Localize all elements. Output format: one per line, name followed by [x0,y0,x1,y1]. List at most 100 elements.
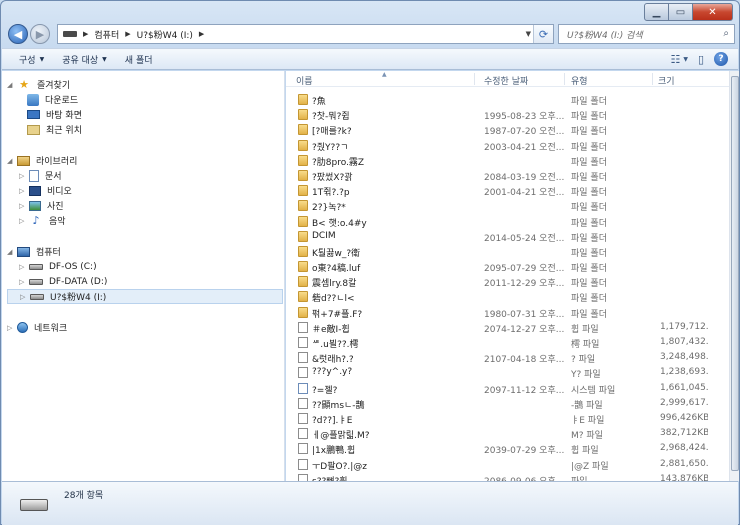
column-name[interactable]: 이름 [296,74,313,87]
file-row[interactable]: 1T쥒?.?p 2001-04-21 오전... 파일 폴더 [286,183,729,198]
back-button[interactable]: ◀ [8,24,28,44]
file-type: 시스템 파일 [571,385,616,396]
nav-videos-label: 비디오 [47,187,72,197]
nav-drive-c-label: DF-OS (C:) [49,261,97,272]
nav-network[interactable]: ▷ 네트워크 [7,320,67,335]
file-row[interactable]: o東?4稿.luf 2095-07-29 오전... 파일 폴더 [286,259,729,274]
nav-videos[interactable]: ▷ 비디오 [19,183,72,198]
file-size: 382,712KB [660,428,708,439]
nav-recent[interactable]: 최근 위치 [27,122,82,137]
file-row[interactable]: K퉐끓w_?衛 파일 폴더 [286,244,729,259]
collapse-arrow-icon[interactable]: ◢ [7,248,17,256]
nav-documents[interactable]: ▷ 문서 [19,168,62,183]
scrollbar-thumb[interactable] [731,76,739,471]
search-input[interactable]: U?$粉W4 (I:) 검색 ⌕ [558,24,735,44]
file-row[interactable]: ㅜD팔O?.|@z |@Z 파일 2,881,650... [286,457,729,472]
file-row[interactable]: ?줬Y??ㄱ 2003-04-21 오전... 파일 폴더 [286,138,729,153]
nav-libraries[interactable]: ◢ 라이브러리 [7,153,77,168]
file-name: ??顯msㄴ-鵲 [312,400,365,411]
file-icon [298,473,308,481]
address-bar[interactable]: ▶ 컴퓨터 ▶ U?$粉W4 (I:) ▶ ▼ ⟳ [57,24,554,44]
search-icon[interactable]: ⌕ [723,28,729,39]
chevron-down-icon: ▼ [683,55,688,63]
file-row[interactable]: ?팠썼X?괅 2084-03-19 오전... 파일 폴더 [286,168,729,183]
expand-arrow-icon[interactable]: ▷ [20,293,30,301]
maximize-button[interactable]: ▭ [669,3,693,21]
file-row[interactable]: |1x鵬鴨.휩 2039-07-29 오후... 휩 파일 2,968,424... [286,441,729,456]
caption-buttons: ▁ ▭ ✕ [644,3,733,21]
file-row[interactable]: 震셈lry.8칼 2011-12-29 오후... 파일 폴더 [286,274,729,289]
share-button[interactable]: 공유 대상 ▼ [53,53,116,66]
file-row[interactable]: 퍾+7#플.F? 1980-07-31 오후... 파일 폴더 [286,305,729,320]
item-count: 28개 항목 [64,491,104,501]
column-type[interactable]: 유형 [571,74,588,87]
file-row[interactable]: B< 햇:o.4#y 파일 폴더 [286,214,729,229]
pictures-icon [29,200,41,211]
organize-button[interactable]: 구성 ▼ [2,53,53,66]
file-row[interactable]: ＃e敵Ⅰ-휩 2074-12-27 오후... 휩 파일 1,179,712... [286,320,729,335]
expand-arrow-icon[interactable]: ▷ [19,202,29,210]
nav-music[interactable]: ▷ ♪ 음악 [19,213,66,228]
nav-pictures[interactable]: ▷ 사진 [19,198,64,213]
file-date: 2097-11-12 오후... [484,385,564,396]
refresh-button[interactable]: ⟳ [533,25,553,43]
nav-desktop[interactable]: 바탕 화면 [27,107,82,122]
nav-drive-c[interactable]: ▷ DF-OS (C:) [19,259,97,274]
vertical-scrollbar[interactable] [729,71,739,481]
file-icon [298,397,308,409]
nav-favorites-label: 즐겨찾기 [37,81,71,91]
help-button[interactable]: ? [714,52,728,66]
file-row[interactable]: DCIM 2014-05-24 오전... 파일 폴더 [286,229,729,244]
address-history-dropdown[interactable]: ▼ [526,30,531,38]
expand-arrow-icon[interactable]: ▷ [19,217,29,225]
file-row[interactable]: ?魚 파일 폴더 [286,92,729,107]
expand-arrow-icon[interactable]: ▷ [19,187,29,195]
expand-arrow-icon[interactable]: ▷ [19,263,29,271]
column-date[interactable]: 수정한 날짜 [484,74,528,87]
expand-arrow-icon[interactable]: ▷ [7,324,17,332]
file-size: 143,876KB [660,473,708,481]
nav-drive-i[interactable]: ▷ U?$粉W4 (I:) [7,289,283,304]
file-row[interactable]: ㅔ@플맑릷.M? M? 파일 382,712KB [286,426,729,441]
file-name: |1x鵬鴨.휩 [312,446,356,457]
new-folder-button[interactable]: 새 폴더 [116,53,162,66]
preview-pane-button[interactable]: ▯ [698,53,704,66]
breadcrumb-drive[interactable]: U?$粉W4 (I:) [137,28,193,41]
file-size: 3,248,498... [660,352,708,363]
details-pane: 28개 항목 [2,481,738,525]
expand-arrow-icon[interactable]: ▷ [19,278,29,286]
nav-favorites[interactable]: ◢ ★ 즐겨찾기 [7,77,70,92]
change-view-button[interactable]: ☷ ▼ [670,53,688,66]
file-icon [298,337,308,348]
file-row[interactable]: [?매를?k? 1987-07-20 오전... 파일 폴더 [286,122,729,137]
file-row[interactable]: ?찻-뭐?쥡 1995-08-23 오후... 파일 폴더 [286,107,729,122]
file-name: s??뼈?휩 [312,474,472,481]
nav-downloads[interactable]: 다운로드 [27,92,78,107]
chevron-right-icon: ▶ [83,30,89,38]
folder-icon [298,291,308,303]
close-button[interactable]: ✕ [693,3,733,21]
file-type: 파일 [571,474,651,481]
file-row[interactable]: s??뼈?휩 2086-09-06 오후... 파일 143,876KB [286,472,729,481]
file-row[interactable]: ?肋8pro.霧Z 파일 폴더 [286,153,729,168]
column-size[interactable]: 크기 [658,74,675,87]
column-divider[interactable] [564,73,565,85]
nav-drive-d[interactable]: ▷ DF-DATA (D:) [19,274,107,289]
file-row[interactable]: ???y^.y? Y? 파일 1,238,693... [286,365,729,380]
nav-computer[interactable]: ◢ 컴퓨터 [7,244,61,259]
file-row[interactable]: 2?}녹?* 파일 폴더 [286,198,729,213]
column-divider[interactable] [652,73,653,85]
file-row[interactable]: ᄹ.u뵐??.樗 樗 파일 1,807,432... [286,335,729,350]
breadcrumb-computer[interactable]: 컴퓨터 [94,28,119,41]
file-row[interactable]: ?=젤? 2097-11-12 오후... 시스템 파일 1,661,045... [286,381,729,396]
file-row[interactable]: ?d??].ㅑE ㅑE 파일 996,426KB [286,411,729,426]
forward-button[interactable]: ▶ [30,24,50,44]
collapse-arrow-icon[interactable]: ◢ [7,157,17,165]
minimize-button[interactable]: ▁ [644,3,669,21]
collapse-arrow-icon[interactable]: ◢ [7,81,17,89]
file-row[interactable]: &럿래h?.? 2107-04-18 오후... ? 파일 3,248,498... [286,350,729,365]
expand-arrow-icon[interactable]: ▷ [19,172,29,180]
file-row[interactable]: 砦d??ㄴl< 파일 폴더 [286,289,729,304]
file-row[interactable]: ??顯msㄴ-鵲 -鵲 파일 2,999,617... [286,396,729,411]
column-divider[interactable] [474,73,475,85]
